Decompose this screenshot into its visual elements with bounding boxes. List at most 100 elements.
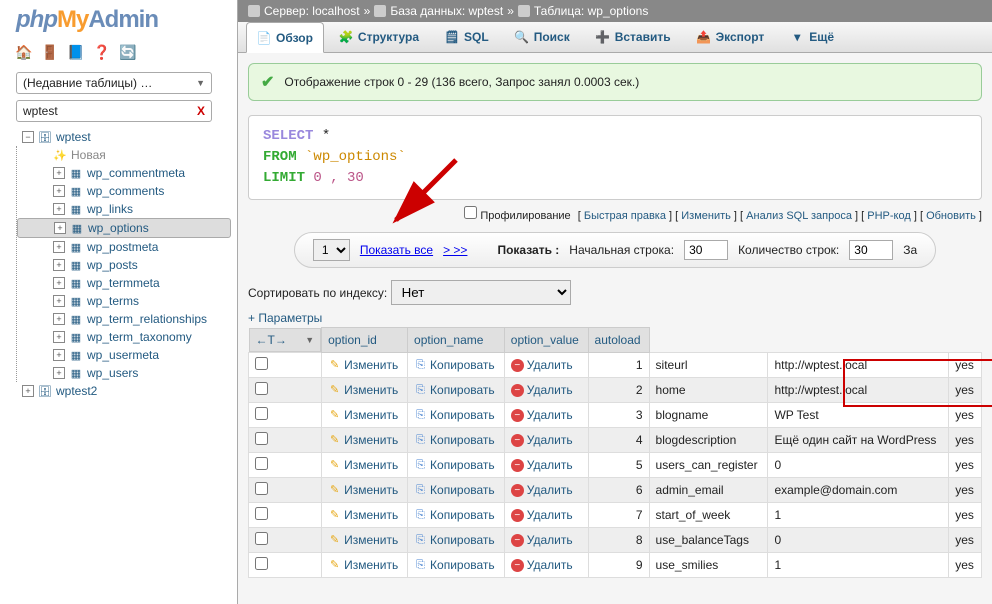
table-node[interactable]: +▦wp_termmeta: [17, 274, 231, 292]
copy-row[interactable]: ⎘Копировать: [414, 408, 495, 422]
expand-icon[interactable]: +: [53, 367, 65, 379]
expand-icon[interactable]: +: [53, 331, 65, 343]
row-count-input[interactable]: [849, 240, 893, 260]
tab-SQL[interactable]: 🗒SQL: [434, 22, 500, 52]
table-node[interactable]: +▦wp_term_taxonomy: [17, 328, 231, 346]
refresh-link[interactable]: Обновить: [926, 210, 976, 222]
row-checkbox[interactable]: [255, 457, 268, 470]
recent-tables-dropdown[interactable]: (Недавние таблицы) …▼: [16, 72, 212, 94]
copy-row[interactable]: ⎘Копировать: [414, 458, 495, 472]
col-option-value[interactable]: option_value: [504, 328, 588, 353]
table-node[interactable]: +▦wp_commentmeta: [17, 164, 231, 182]
table-node[interactable]: +▦wp_usermeta: [17, 346, 231, 364]
delete-row[interactable]: −Удалить: [511, 433, 573, 447]
delete-row[interactable]: −Удалить: [511, 358, 573, 372]
delete-row[interactable]: −Удалить: [511, 533, 573, 547]
db-node-wptest2[interactable]: + 🗄 wptest2: [8, 382, 231, 400]
col-option-name[interactable]: option_name: [408, 328, 505, 353]
expand-icon[interactable]: +: [53, 185, 65, 197]
table-node[interactable]: +▦wp_comments: [17, 182, 231, 200]
edit-link[interactable]: Изменить: [681, 210, 731, 222]
table-node[interactable]: +▦wp_term_relationships: [17, 310, 231, 328]
delete-row[interactable]: −Удалить: [511, 408, 573, 422]
row-checkbox[interactable]: [255, 357, 268, 370]
edit-row[interactable]: ✎Изменить: [328, 408, 398, 422]
home-icon[interactable]: 🏠: [16, 44, 32, 60]
php-code-link[interactable]: PHP-код: [867, 210, 911, 222]
row-checkbox[interactable]: [255, 407, 268, 420]
tab-Экспорт[interactable]: 📤Экспорт: [686, 22, 776, 52]
table-node[interactable]: +▦wp_posts: [17, 256, 231, 274]
delete-row[interactable]: −Удалить: [511, 508, 573, 522]
next-page-link[interactable]: > >>: [443, 243, 467, 257]
copy-row[interactable]: ⎘Копировать: [414, 533, 495, 547]
row-checkbox[interactable]: [255, 507, 268, 520]
copy-row[interactable]: ⎘Копировать: [414, 508, 495, 522]
bc-table[interactable]: Таблица: wp_options: [534, 4, 648, 18]
start-row-input[interactable]: [684, 240, 728, 260]
edit-row[interactable]: ✎Изменить: [328, 458, 398, 472]
row-checkbox[interactable]: [255, 382, 268, 395]
copy-row[interactable]: ⎘Копировать: [414, 433, 495, 447]
expand-icon[interactable]: +: [53, 259, 65, 271]
expand-icon[interactable]: +: [53, 349, 65, 361]
copy-row[interactable]: ⎘Копировать: [414, 558, 495, 572]
expand-icon[interactable]: +: [53, 295, 65, 307]
bc-database[interactable]: База данных: wptest: [390, 4, 503, 18]
delete-row[interactable]: −Удалить: [511, 458, 573, 472]
tab-Ещё[interactable]: ▾Ещё: [779, 22, 845, 52]
explain-link[interactable]: Анализ SQL запроса: [746, 210, 852, 222]
table-node[interactable]: +▦wp_options: [17, 218, 231, 238]
delete-row[interactable]: −Удалить: [511, 483, 573, 497]
tab-Вставить[interactable]: ➕Вставить: [585, 22, 682, 52]
quick-edit-link[interactable]: Быстрая правка: [584, 210, 666, 222]
expand-icon[interactable]: +: [53, 203, 65, 215]
collapse-icon[interactable]: −: [22, 131, 34, 143]
tab-Поиск[interactable]: 🔍Поиск: [504, 22, 581, 52]
db-node-wptest[interactable]: − 🗄 wptest: [8, 128, 231, 146]
expand-icon[interactable]: +: [53, 241, 65, 253]
edit-row[interactable]: ✎Изменить: [328, 533, 398, 547]
table-node[interactable]: +▦wp_terms: [17, 292, 231, 310]
profiling-checkbox[interactable]: [464, 206, 477, 219]
row-checkbox[interactable]: [255, 557, 268, 570]
table-node[interactable]: +▦wp_postmeta: [17, 238, 231, 256]
copy-row[interactable]: ⎘Копировать: [414, 358, 495, 372]
logout-icon[interactable]: 🚪: [42, 44, 58, 60]
edit-row[interactable]: ✎Изменить: [328, 433, 398, 447]
table-node[interactable]: +▦wp_links: [17, 200, 231, 218]
row-checkbox[interactable]: [255, 532, 268, 545]
show-all-link[interactable]: Показать все: [360, 243, 433, 257]
bc-server[interactable]: Сервер: localhost: [264, 4, 360, 18]
edit-row[interactable]: ✎Изменить: [328, 483, 398, 497]
delete-row[interactable]: −Удалить: [511, 383, 573, 397]
edit-row[interactable]: ✎Изменить: [328, 558, 398, 572]
edit-row[interactable]: ✎Изменить: [328, 383, 398, 397]
options-toggle[interactable]: + Параметры: [248, 311, 322, 325]
clear-filter-icon[interactable]: X: [197, 104, 205, 118]
expand-icon[interactable]: +: [54, 222, 66, 234]
chevron-down-icon[interactable]: ▼: [305, 335, 314, 345]
expand-icon[interactable]: +: [53, 313, 65, 325]
expand-icon[interactable]: +: [22, 385, 34, 397]
logo[interactable]: phpMyAdmin: [6, 4, 231, 40]
copy-row[interactable]: ⎘Копировать: [414, 483, 495, 497]
table-node[interactable]: +▦wp_users: [17, 364, 231, 382]
expand-icon[interactable]: +: [53, 167, 65, 179]
sort-index-select[interactable]: Нет: [391, 280, 571, 305]
col-autoload[interactable]: autoload: [588, 328, 649, 353]
edit-row[interactable]: ✎Изменить: [328, 358, 398, 372]
expand-icon[interactable]: +: [53, 277, 65, 289]
row-checkbox[interactable]: [255, 482, 268, 495]
delete-row[interactable]: −Удалить: [511, 558, 573, 572]
tab-Обзор[interactable]: 📄Обзор: [246, 22, 324, 53]
table-node[interactable]: ✨Новая: [17, 146, 231, 164]
copy-row[interactable]: ⎘Копировать: [414, 383, 495, 397]
db-filter-input[interactable]: wptest X: [16, 100, 212, 122]
page-select[interactable]: 1: [313, 239, 350, 261]
docs-icon[interactable]: ❓: [94, 44, 110, 60]
tab-Структура[interactable]: 🧩Структура: [328, 22, 430, 52]
col-option-id[interactable]: option_id: [322, 328, 408, 353]
sql-icon[interactable]: 📘: [68, 44, 84, 60]
refresh-icon[interactable]: 🔄: [120, 44, 136, 60]
